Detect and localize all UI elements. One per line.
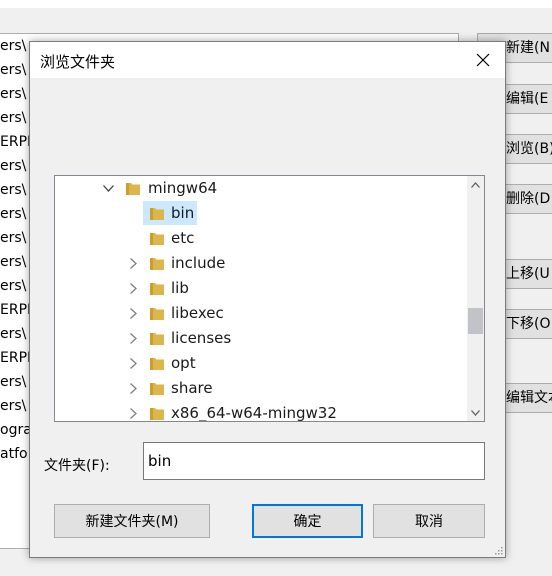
background-window-top [0,0,552,8]
tree-item-label: etc [171,229,195,247]
chevron-right-icon[interactable] [127,332,139,344]
tree-item-label: x86_64-w64-mingw32 [171,404,337,422]
folder-icon [149,231,165,245]
tree-item-licenses[interactable]: licenses [55,326,465,351]
tree-item-bin[interactable]: bin [55,201,465,226]
tree-item-include[interactable]: include [55,251,465,276]
tree-item-libexec[interactable]: libexec [55,301,465,326]
dialog-titlebar: 浏览文件夹 [30,42,505,78]
cancel-button-label: 取消 [415,514,443,530]
close-button[interactable] [461,42,505,78]
folder-icon [149,281,165,295]
folder-icon [149,356,165,370]
tree-item-x86-64-w64-mingw32[interactable]: x86_64-w64-mingw32 [55,401,465,422]
chevron-right-icon[interactable] [127,357,139,369]
tree-item-label: mingw64 [148,179,218,197]
chevron-right-icon[interactable] [127,382,139,394]
scroll-down-button[interactable] [467,404,484,421]
folder-icon [149,306,165,320]
tree-item-label: licenses [171,329,232,347]
chevron-right-icon[interactable] [127,257,139,269]
close-icon [476,53,490,67]
dialog-title: 浏览文件夹 [40,53,116,71]
new-folder-button[interactable]: 新建文件夹(M) [54,504,210,538]
folder-icon [149,331,165,345]
tree-item-opt[interactable]: opt [55,351,465,376]
browse-folder-dialog: 浏览文件夹 mingw64 bin etc include lib libexec lice… [29,41,506,558]
new-folder-button-label: 新建文件夹(M) [85,514,179,530]
tree-item-label: include [171,254,226,272]
folder-field-label: 文件夹(F): [44,458,110,474]
tree-item-etc[interactable]: etc [55,226,465,251]
tree-item-label: libexec [171,304,224,322]
folder-input[interactable] [143,442,485,480]
tree-item-lib[interactable]: lib [55,276,465,301]
scroll-up-icon [471,181,480,188]
tree-scrollbar[interactable] [467,176,484,421]
ok-button[interactable]: 确定 [252,504,363,538]
cancel-button[interactable]: 取消 [373,504,485,538]
tree-item-mingw64[interactable]: mingw64 [55,176,465,201]
tree-item-label: lib [171,279,189,297]
chevron-right-icon[interactable] [127,282,139,294]
tree-item-label: opt [171,354,196,372]
scroll-down-icon [471,409,480,416]
tree-item-share[interactable]: share [55,376,465,401]
scroll-up-button[interactable] [467,176,484,193]
folder-icon [149,256,165,270]
folder-icon [149,406,165,420]
folder-icon [149,381,165,395]
resize-grip-icon[interactable] [493,545,503,555]
chevron-right-icon[interactable] [127,407,139,419]
folder-icon [125,181,141,195]
chevron-right-icon[interactable] [127,307,139,319]
ok-button-label: 确定 [293,514,322,530]
folder-icon [149,206,165,220]
folder-tree[interactable]: mingw64 bin etc include lib libexec licenses op… [54,175,485,422]
scroll-thumb[interactable] [468,308,483,334]
chevron-down-icon[interactable] [102,182,114,194]
tree-item-label: bin [171,204,195,222]
tree-item-label: share [171,379,213,397]
